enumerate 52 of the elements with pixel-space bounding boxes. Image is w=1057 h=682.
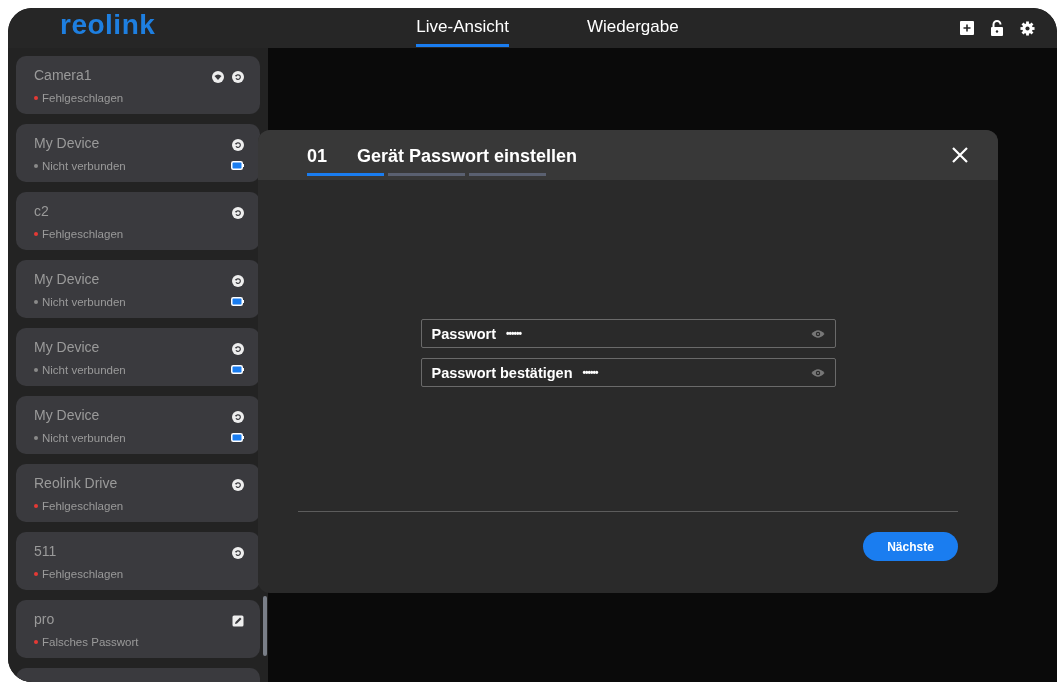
device-name: pro [34,611,55,627]
device-card[interactable]: c2 Fehlgeschlagen [16,192,260,250]
refresh-icon[interactable] [232,547,244,559]
wifi-icon [212,71,224,83]
device-card[interactable]: Camera1 Fehlgeschlagen [16,56,260,114]
nav-tab[interactable]: Wiedergabe [586,9,679,47]
refresh-icon[interactable] [232,479,244,491]
device-status: Fehlgeschlagen [42,91,124,104]
refresh-icon[interactable] [232,71,244,83]
device-card[interactable]: My Device Nicht verbunden [16,396,260,454]
device-status: Falsches Passwort [42,635,139,648]
reolink-logo: reolink [60,11,156,39]
device-name: My Device [34,271,100,287]
eye-icon[interactable] [810,367,825,378]
device-name: My Device [34,339,100,355]
refresh-icon[interactable] [232,207,244,219]
device-card[interactable]: My Device Nicht verbunden [16,328,260,386]
device-status: Nicht verbunden [42,431,126,444]
dialog-title: Gerät Passwort einstellen [357,146,578,167]
next-button[interactable]: Nächste [863,532,958,561]
device-name: Camera1 [34,67,92,83]
device-card[interactable]: My Device Nicht verbunden [16,124,260,182]
refresh-icon[interactable] [232,139,244,151]
device-name: My Device [34,135,100,151]
nav-tab[interactable]: Live-Ansicht [416,9,509,47]
device-name: c2 [34,203,49,219]
device-card[interactable]: My Device Nicht verbunden [16,260,260,318]
device-status: Fehlgeschlagen [42,227,124,240]
device-name: 511 [34,543,57,559]
device-card[interactable]: Reolink Drive Fehlgeschlagen [16,464,260,522]
device-card[interactable]: 511 Fehlgeschlagen [16,532,260,590]
device-card[interactable]: pro Falsches Passwort [16,600,260,658]
refresh-icon[interactable] [232,411,244,423]
edit-icon[interactable] [232,615,244,627]
password-field[interactable]: Passwort •••••• [420,319,836,348]
add-icon[interactable] [960,21,974,35]
close-button[interactable] [952,147,968,163]
device-status: Nicht verbunden [42,295,126,308]
password-field[interactable]: Passwort bestätigen •••••• [420,358,836,387]
device-name: My Device [34,407,100,423]
device-name: Reolink Drive [34,475,118,491]
step-number: 01 [307,146,328,167]
eye-icon[interactable] [810,328,825,339]
device-status: Fehlgeschlagen [42,499,124,512]
scrollbar-thumb[interactable] [263,596,267,656]
device-status: Nicht verbunden [42,159,126,172]
settings-icon[interactable] [1020,20,1035,36]
device-status: Fehlgeschlagen [42,567,124,580]
refresh-icon[interactable] [232,343,244,355]
device-status: Nicht verbunden [42,363,126,376]
refresh-icon[interactable] [232,275,244,287]
lock-icon[interactable] [990,20,1004,36]
